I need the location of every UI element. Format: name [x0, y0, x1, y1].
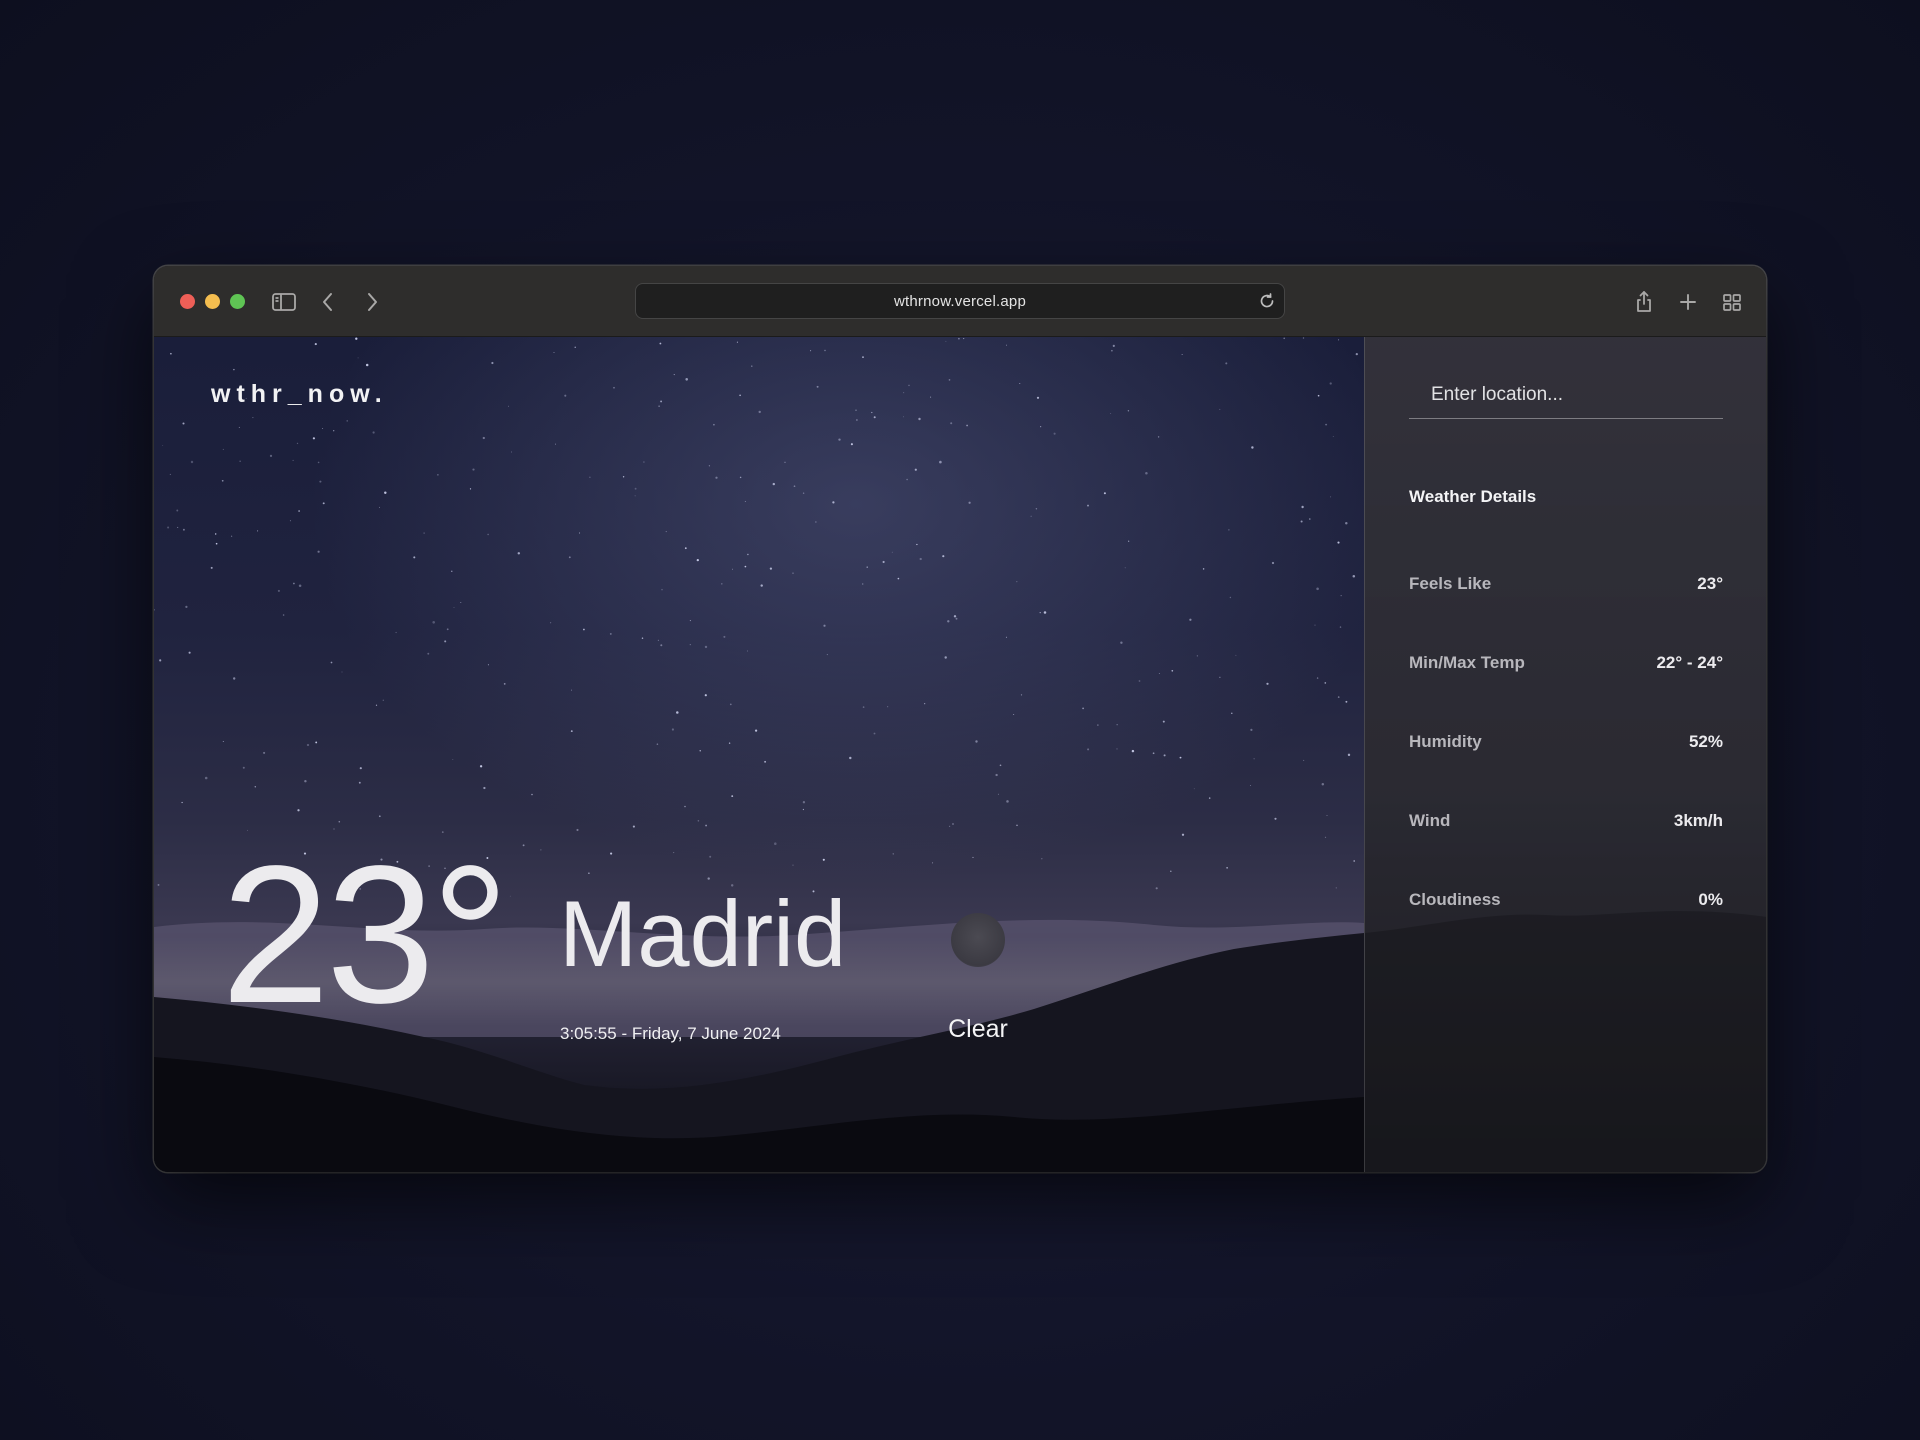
detail-label: Humidity: [1409, 732, 1482, 751]
detail-label: Min/Max Temp: [1409, 653, 1525, 672]
detail-row-humidity: Humidity 52%: [1409, 732, 1723, 756]
detail-value: 3km/h: [1673, 811, 1723, 830]
detail-row-wind: Wind 3km/h: [1409, 811, 1723, 835]
sidebar-icon[interactable]: [270, 288, 298, 316]
condition-label: Clear: [948, 1015, 1008, 1043]
detail-value: 52%: [1688, 732, 1723, 751]
reload-icon[interactable]: [1258, 292, 1276, 310]
detail-label: Feels Like: [1409, 574, 1492, 593]
location-search-input[interactable]: [1409, 361, 1723, 419]
detail-value: 22° - 24°: [1656, 653, 1723, 672]
close-window-button[interactable]: [180, 294, 195, 309]
current-datetime: 3:05:55 - Friday, 7 June 2024: [560, 1024, 781, 1043]
city-name: Madrid: [559, 881, 847, 986]
zoom-window-button[interactable]: [230, 294, 245, 309]
page-content: wthr_now. 23° Madrid 3:05:55 - Friday, 7…: [154, 337, 1766, 1172]
weather-details-heading: Weather Details: [1409, 487, 1537, 506]
minimize-window-button[interactable]: [205, 294, 220, 309]
detail-row-min-max-temp: Min/Max Temp 22° - 24°: [1409, 653, 1723, 677]
detail-value: 23°: [1697, 574, 1723, 593]
share-icon[interactable]: [1630, 288, 1658, 316]
browser-window: wthrnow.vercel.app wthr_now. 23° Madrid …: [154, 266, 1766, 1172]
detail-value: 0%: [1698, 890, 1723, 909]
night-mountain-background: [154, 337, 1364, 1172]
details-panel: Weather Details Feels Like 23° Min/Max T…: [1364, 337, 1766, 1172]
detail-label: Wind: [1409, 811, 1451, 830]
new-tab-icon[interactable]: [1674, 288, 1702, 316]
tab-overview-icon[interactable]: [1718, 288, 1746, 316]
address-bar[interactable]: wthrnow.vercel.app: [635, 283, 1285, 319]
detail-row-feels-like: Feels Like 23°: [1409, 574, 1723, 598]
app-logo[interactable]: wthr_now.: [211, 380, 388, 409]
weather-hero: wthr_now. 23° Madrid 3:05:55 - Friday, 7…: [154, 337, 1364, 1172]
current-temperature: 23°: [221, 825, 509, 1044]
detail-row-cloudiness: Cloudiness 0%: [1409, 890, 1723, 914]
browser-toolbar: wthrnow.vercel.app: [154, 266, 1766, 337]
url-text: wthrnow.vercel.app: [893, 293, 1026, 310]
forward-icon[interactable]: [358, 288, 386, 316]
detail-label: Cloudiness: [1409, 890, 1501, 909]
moon-icon: [951, 913, 1005, 967]
back-icon[interactable]: [314, 288, 342, 316]
